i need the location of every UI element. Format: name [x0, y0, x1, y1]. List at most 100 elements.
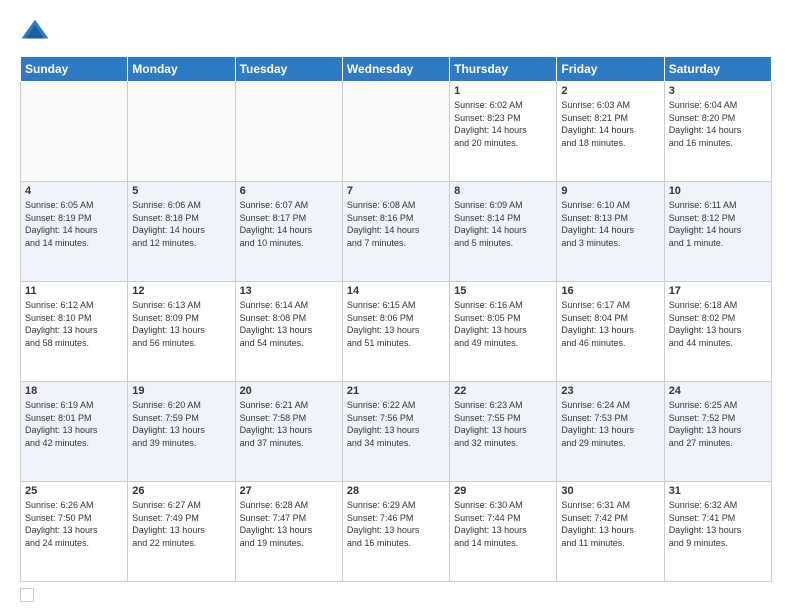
calendar-cell: 16 Sunrise: 6:17 AMSunset: 8:04 PMDayligh… [557, 282, 664, 382]
calendar-header: SundayMondayTuesdayWednesdayThursdayFrid… [21, 57, 772, 82]
day-number: 14 [347, 285, 445, 297]
day-info: Sunrise: 6:20 AMSunset: 7:59 PMDaylight:… [132, 399, 230, 449]
footer-box [20, 588, 34, 602]
day-info: Sunrise: 6:31 AMSunset: 7:42 PMDaylight:… [561, 499, 659, 549]
calendar-cell: 24 Sunrise: 6:25 AMSunset: 7:52 PMDayligh… [664, 382, 771, 482]
day-number: 18 [25, 385, 123, 397]
day-number: 4 [25, 185, 123, 197]
day-number: 12 [132, 285, 230, 297]
day-info: Sunrise: 6:02 AMSunset: 8:23 PMDaylight:… [454, 99, 552, 149]
day-number: 9 [561, 185, 659, 197]
calendar-cell [128, 82, 235, 182]
day-number: 3 [669, 85, 767, 97]
day-header-friday: Friday [557, 57, 664, 82]
calendar-cell: 26Sunrise: 6:27 AMSunset: 7:49 PMDayligh… [128, 482, 235, 582]
day-number: 24 [669, 385, 767, 397]
day-info: Sunrise: 6:22 AMSunset: 7:56 PMDaylight:… [347, 399, 445, 449]
calendar-cell: 1 Sunrise: 6:02 AMSunset: 8:23 PMDaylight… [450, 82, 557, 182]
calendar-cell: 13 Sunrise: 6:14 AMSunset: 8:08 PMDayligh… [235, 282, 342, 382]
day-info: Sunrise: 6:14 AMSunset: 8:08 PMDaylight:… [240, 299, 338, 349]
day-info: Sunrise: 6:07 AMSunset: 8:17 PMDaylight:… [240, 199, 338, 249]
day-number: 7 [347, 185, 445, 197]
day-number: 8 [454, 185, 552, 197]
day-number: 25 [25, 485, 123, 497]
day-header-sunday: Sunday [21, 57, 128, 82]
calendar-cell: 6 Sunrise: 6:07 AMSunset: 8:17 PMDaylight… [235, 182, 342, 282]
calendar-cell: 21 Sunrise: 6:22 AMSunset: 7:56 PMDayligh… [342, 382, 449, 482]
logo-icon [20, 16, 50, 46]
day-info: Sunrise: 6:08 AMSunset: 8:16 PMDaylight:… [347, 199, 445, 249]
day-number: 22 [454, 385, 552, 397]
calendar-cell: 19 Sunrise: 6:20 AMSunset: 7:59 PMDayligh… [128, 382, 235, 482]
day-info: Sunrise: 6:15 AMSunset: 8:06 PMDaylight:… [347, 299, 445, 349]
calendar-table: SundayMondayTuesdayWednesdayThursdayFrid… [20, 56, 772, 582]
calendar-cell: 31 Sunrise: 6:32 AMSunset: 7:41 PMDayligh… [664, 482, 771, 582]
calendar-cell: 27 Sunrise: 6:28 AMSunset: 7:47 PMDayligh… [235, 482, 342, 582]
day-header-thursday: Thursday [450, 57, 557, 82]
calendar-cell: 28Sunrise: 6:29 AMSunset: 7:46 PMDayligh… [342, 482, 449, 582]
day-number: 5 [132, 185, 230, 197]
day-info: Sunrise: 6:24 AMSunset: 7:53 PMDaylight:… [561, 399, 659, 449]
calendar-cell: 2 Sunrise: 6:03 AMSunset: 8:21 PMDaylight… [557, 82, 664, 182]
day-number: 29 [454, 485, 552, 497]
day-info: Sunrise: 6:17 AMSunset: 8:04 PMDaylight:… [561, 299, 659, 349]
calendar-cell: 4 Sunrise: 6:05 AMSunset: 8:19 PMDaylight… [21, 182, 128, 282]
day-info: Sunrise: 6:18 AMSunset: 8:02 PMDaylight:… [669, 299, 767, 349]
logo [20, 16, 54, 46]
calendar-week-row: 4 Sunrise: 6:05 AMSunset: 8:19 PMDaylight… [21, 182, 772, 282]
day-info: Sunrise: 6:13 AMSunset: 8:09 PMDaylight:… [132, 299, 230, 349]
day-number: 19 [132, 385, 230, 397]
calendar-body: 1 Sunrise: 6:02 AMSunset: 8:23 PMDaylight… [21, 82, 772, 582]
calendar-cell: 30Sunrise: 6:31 AMSunset: 7:42 PMDayligh… [557, 482, 664, 582]
calendar-cell: 12 Sunrise: 6:13 AMSunset: 8:09 PMDayligh… [128, 282, 235, 382]
day-number: 1 [454, 85, 552, 97]
day-info: Sunrise: 6:12 AMSunset: 8:10 PMDaylight:… [25, 299, 123, 349]
day-info: Sunrise: 6:26 AMSunset: 7:50 PMDaylight:… [25, 499, 123, 549]
day-number: 23 [561, 385, 659, 397]
calendar-cell: 25 Sunrise: 6:26 AMSunset: 7:50 PMDayligh… [21, 482, 128, 582]
calendar-cell: 18Sunrise: 6:19 AMSunset: 8:01 PMDayligh… [21, 382, 128, 482]
day-header-wednesday: Wednesday [342, 57, 449, 82]
day-info: Sunrise: 6:10 AMSunset: 8:13 PMDaylight:… [561, 199, 659, 249]
calendar-cell [21, 82, 128, 182]
calendar-cell: 20Sunrise: 6:21 AMSunset: 7:58 PMDayligh… [235, 382, 342, 482]
day-number: 31 [669, 485, 767, 497]
day-info: Sunrise: 6:04 AMSunset: 8:20 PMDaylight:… [669, 99, 767, 149]
calendar-cell: 17Sunrise: 6:18 AMSunset: 8:02 PMDayligh… [664, 282, 771, 382]
day-number: 27 [240, 485, 338, 497]
day-number: 13 [240, 285, 338, 297]
calendar-week-row: 1 Sunrise: 6:02 AMSunset: 8:23 PMDaylight… [21, 82, 772, 182]
calendar-week-row: 18Sunrise: 6:19 AMSunset: 8:01 PMDayligh… [21, 382, 772, 482]
day-header-tuesday: Tuesday [235, 57, 342, 82]
day-info: Sunrise: 6:28 AMSunset: 7:47 PMDaylight:… [240, 499, 338, 549]
day-info: Sunrise: 6:32 AMSunset: 7:41 PMDaylight:… [669, 499, 767, 549]
day-info: Sunrise: 6:27 AMSunset: 7:49 PMDaylight:… [132, 499, 230, 549]
header [20, 16, 772, 46]
day-number: 6 [240, 185, 338, 197]
day-info: Sunrise: 6:23 AMSunset: 7:55 PMDaylight:… [454, 399, 552, 449]
calendar-week-row: 25 Sunrise: 6:26 AMSunset: 7:50 PMDayligh… [21, 482, 772, 582]
day-info: Sunrise: 6:25 AMSunset: 7:52 PMDaylight:… [669, 399, 767, 449]
calendar-cell [235, 82, 342, 182]
calendar-cell: 15 Sunrise: 6:16 AMSunset: 8:05 PMDayligh… [450, 282, 557, 382]
calendar-week-row: 11Sunrise: 6:12 AMSunset: 8:10 PMDayligh… [21, 282, 772, 382]
day-info: Sunrise: 6:05 AMSunset: 8:19 PMDaylight:… [25, 199, 123, 249]
day-info: Sunrise: 6:06 AMSunset: 8:18 PMDaylight:… [132, 199, 230, 249]
day-info: Sunrise: 6:03 AMSunset: 8:21 PMDaylight:… [561, 99, 659, 149]
day-number: 16 [561, 285, 659, 297]
calendar-cell: 22 Sunrise: 6:23 AMSunset: 7:55 PMDayligh… [450, 382, 557, 482]
day-info: Sunrise: 6:21 AMSunset: 7:58 PMDaylight:… [240, 399, 338, 449]
calendar-cell: 11Sunrise: 6:12 AMSunset: 8:10 PMDayligh… [21, 282, 128, 382]
day-number: 21 [347, 385, 445, 397]
calendar-cell: 29 Sunrise: 6:30 AMSunset: 7:44 PMDayligh… [450, 482, 557, 582]
day-number: 2 [561, 85, 659, 97]
day-number: 15 [454, 285, 552, 297]
day-info: Sunrise: 6:16 AMSunset: 8:05 PMDaylight:… [454, 299, 552, 349]
calendar-cell: 7 Sunrise: 6:08 AMSunset: 8:16 PMDaylight… [342, 182, 449, 282]
day-info: Sunrise: 6:09 AMSunset: 8:14 PMDaylight:… [454, 199, 552, 249]
day-header-monday: Monday [128, 57, 235, 82]
day-number: 28 [347, 485, 445, 497]
day-info: Sunrise: 6:30 AMSunset: 7:44 PMDaylight:… [454, 499, 552, 549]
calendar-cell: 3 Sunrise: 6:04 AMSunset: 8:20 PMDaylight… [664, 82, 771, 182]
day-info: Sunrise: 6:11 AMSunset: 8:12 PMDaylight:… [669, 199, 767, 249]
